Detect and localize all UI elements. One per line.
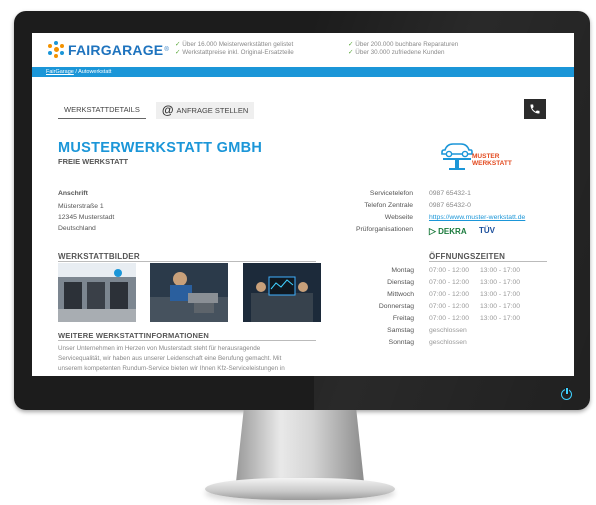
car-lift-icon bbox=[441, 143, 473, 170]
address-street: Müsterstraße 1 bbox=[58, 203, 104, 210]
telefon-zentrale-label: Telefon Zentrale bbox=[364, 202, 413, 209]
at-icon: @ bbox=[161, 103, 174, 117]
section-title-bilder: WERKSTATTBILDER bbox=[58, 252, 140, 261]
check-icon: ✓ bbox=[348, 49, 354, 56]
claim-text: Über 16.000 Meisterwerkstätten gelistet bbox=[182, 41, 294, 48]
info-line: unserem kompetenten Rundum-Service biete… bbox=[58, 365, 285, 372]
hours-morning: 07:00 - 12:00 bbox=[429, 267, 470, 274]
mechanic-image bbox=[150, 263, 228, 322]
day-label: Donnerstag bbox=[378, 303, 414, 310]
monitor-stand-base bbox=[205, 478, 395, 500]
workshop-photo-diagnostics[interactable] bbox=[243, 263, 321, 322]
day-label: Dienstag bbox=[387, 279, 414, 286]
dekra-text: DEKRA bbox=[438, 227, 467, 236]
dekra-logo: ▷ DEKRA bbox=[429, 226, 467, 237]
telefon-zentrale-value[interactable]: 0987 65432-0 bbox=[429, 202, 471, 209]
tab-anfrage-stellen[interactable]: @ ANFRAGE STELLEN bbox=[155, 101, 255, 119]
tab-label: ANFRAGE STELLEN bbox=[176, 105, 249, 115]
day-label: Montag bbox=[391, 267, 414, 274]
hours-afternoon: 13:00 - 17:00 bbox=[480, 303, 521, 310]
workshop-photo-exterior[interactable] bbox=[58, 263, 136, 322]
webseite-link[interactable]: https://www.muster-werkstatt.de bbox=[429, 214, 525, 221]
day-label: Mittwoch bbox=[387, 291, 414, 298]
hours-morning: 07:00 - 12:00 bbox=[429, 303, 470, 310]
diagnostics-image bbox=[243, 263, 321, 322]
hours-morning: 07:00 - 12:00 bbox=[429, 291, 470, 298]
servicetelefon-value[interactable]: 0987 65432-1 bbox=[429, 190, 471, 197]
day-label: Sonntag bbox=[388, 339, 414, 346]
check-icon: ✓ bbox=[175, 49, 181, 56]
hours-afternoon: 13:00 - 17:00 bbox=[480, 279, 521, 286]
hours-morning: 07:00 - 12:00 bbox=[429, 315, 470, 322]
divider bbox=[58, 261, 316, 262]
company-name: MUSTERWERKSTATT GMBH bbox=[58, 140, 263, 156]
claim-text: Über 30.000 zufriedene Kunden bbox=[355, 49, 445, 56]
site-header: FAIRGARAGE ® ✓ Über 16.000 Meisterwerkstä… bbox=[32, 33, 574, 67]
claim-text: Werkstattpreise inkl. Original-Ersatztei… bbox=[182, 49, 294, 56]
section-title-hours: ÖFFNUNGSZEITEN bbox=[429, 252, 506, 261]
hours-morning: geschlossen bbox=[429, 327, 467, 334]
hours-afternoon: 13:00 - 17:00 bbox=[480, 291, 521, 298]
day-label: Freitag bbox=[392, 315, 414, 322]
servicetelefon-label: Servicetelefon bbox=[369, 190, 413, 197]
check-icon: ✓ bbox=[175, 41, 181, 48]
logo-text: FAIRGARAGE bbox=[68, 41, 164, 58]
breadcrumb: FairGarage / Autowerkstatt bbox=[46, 69, 111, 75]
logo-gear-icon bbox=[48, 41, 65, 58]
address-country: Deutschland bbox=[58, 225, 96, 232]
address-label: Anschrift bbox=[58, 190, 88, 197]
info-line: Unser Unternehmen im Herzen von Musterst… bbox=[58, 345, 261, 352]
hours-afternoon: 13:00 - 17:00 bbox=[480, 315, 521, 322]
muster-werkstatt-logo: MUSTER WERKSTATT bbox=[439, 141, 529, 171]
company-type: FREIE WERKSTATT bbox=[58, 157, 129, 166]
website-screen: FAIRGARAGE ® ✓ Über 16.000 Meisterwerkstä… bbox=[32, 33, 574, 376]
hours-morning: geschlossen bbox=[429, 339, 467, 346]
hours-morning: 07:00 - 12:00 bbox=[429, 279, 470, 286]
day-label: Samstag bbox=[387, 327, 414, 334]
tuv-logo: TÜV bbox=[479, 226, 495, 235]
brand-line1: MUSTER bbox=[472, 153, 500, 160]
webseite-label: Webseite bbox=[384, 214, 413, 221]
tab-werkstattdetails[interactable]: WERKSTATTDETAILS bbox=[58, 101, 146, 119]
divider bbox=[429, 261, 547, 262]
garage-exterior-image bbox=[58, 263, 136, 322]
phone-icon bbox=[530, 104, 540, 114]
hours-afternoon: 13:00 - 17:00 bbox=[480, 267, 521, 274]
breadcrumb-current: Autowerkstatt bbox=[78, 69, 112, 75]
check-icon: ✓ bbox=[348, 41, 354, 48]
claim-text: Über 200.000 buchbare Reparaturen bbox=[355, 41, 459, 48]
info-paragraph: Unser Unternehmen im Herzen von Musterst… bbox=[58, 344, 316, 374]
breadcrumb-home-link[interactable]: FairGarage bbox=[46, 69, 74, 75]
address-city: 12345 Musterstadt bbox=[58, 214, 115, 221]
fairgarage-logo[interactable]: FAIRGARAGE ® bbox=[48, 41, 169, 58]
tab-bar: WERKSTATTDETAILS @ ANFRAGE STELLEN bbox=[58, 101, 264, 119]
power-icon[interactable] bbox=[561, 387, 572, 400]
logo-trademark: ® bbox=[164, 46, 169, 53]
phone-button[interactable] bbox=[524, 99, 546, 119]
breadcrumb-separator: / bbox=[75, 69, 77, 75]
brand-line2: WERKSTATT bbox=[472, 160, 512, 167]
workshop-photo-mechanic[interactable] bbox=[150, 263, 228, 322]
section-title-more-info: WEITERE WERKSTATTINFORMATIONEN bbox=[58, 331, 209, 340]
info-line: Servicequalität, wir haben aus unserer L… bbox=[58, 355, 282, 362]
monitor-stand-neck bbox=[236, 410, 364, 482]
divider bbox=[58, 340, 316, 341]
claims-left: ✓ Über 16.000 Meisterwerkstätten gelistet… bbox=[175, 41, 294, 57]
dekra-arrow-icon: ▷ bbox=[429, 226, 436, 236]
claims-right: ✓ Über 200.000 buchbare Reparaturen ✓ Über… bbox=[348, 41, 458, 57]
pruef-label: Prüforganisationen bbox=[355, 226, 413, 233]
breadcrumb-bar bbox=[32, 67, 574, 77]
